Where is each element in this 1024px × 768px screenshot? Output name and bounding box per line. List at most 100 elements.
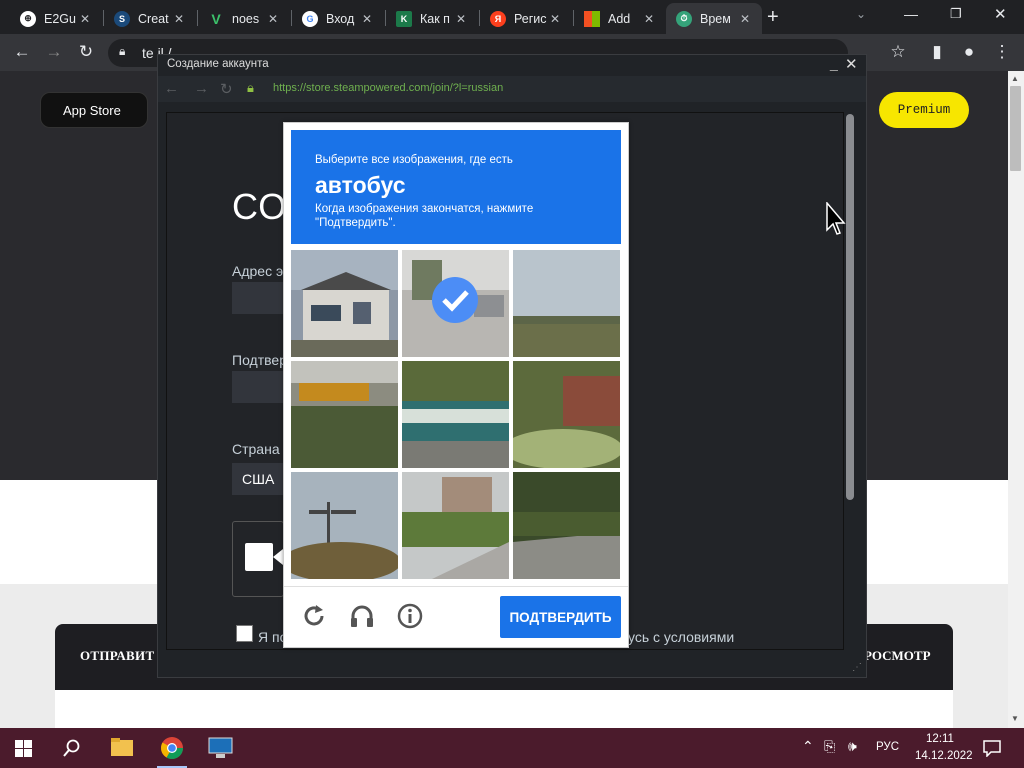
tab-kak[interactable]: K Как п ✕ — [386, 3, 478, 34]
tab-label: Врем — [700, 11, 731, 26]
tab-e2gu[interactable]: ⊕ E2Gu ✕ — [10, 3, 102, 34]
site-icon: ⏱ — [676, 10, 692, 27]
search-icon[interactable] — [63, 739, 81, 757]
star-icon[interactable]: ☆ — [888, 42, 908, 62]
country-label: Страна — [232, 441, 280, 457]
popup-reload-icon[interactable]: ↻ — [220, 80, 233, 98]
send-button[interactable]: ОТПРАВИТ — [80, 648, 154, 664]
taskbar — [0, 728, 1024, 768]
captcha-tile-tram[interactable] — [402, 361, 509, 468]
back-icon[interactable]: ← — [12, 42, 32, 62]
appstore-button[interactable]: App Store — [40, 92, 148, 128]
close-icon[interactable]: ✕ — [454, 12, 468, 26]
close-icon[interactable]: ✕ — [360, 12, 374, 26]
tab-label: Вход — [326, 11, 355, 26]
tab-label: Add — [608, 11, 631, 26]
close-icon[interactable]: ✕ — [548, 12, 562, 26]
steam-heading-left: СО — [232, 186, 288, 227]
popup-forward-icon[interactable]: → — [194, 80, 209, 97]
tab-noes[interactable]: V noes ✕ — [198, 3, 290, 34]
headphones-icon[interactable] — [348, 602, 376, 630]
agree-text-right: усь с условиями — [628, 629, 735, 645]
tab-vrem-active[interactable]: ⏱ Врем ✕ — [666, 3, 762, 34]
scroll-down-icon[interactable]: ▼ — [1011, 714, 1019, 723]
tab-microsoft[interactable]: Add ✕ — [574, 3, 666, 34]
popup-url: https://store.steampowered.com/join/?l=r… — [273, 82, 504, 94]
captcha-tile-hedge[interactable] — [513, 361, 620, 468]
recaptcha-divider — [284, 586, 628, 587]
confirm-email-field[interactable] — [232, 371, 284, 403]
popup-close-icon[interactable]: ✕ — [845, 55, 858, 73]
close-icon[interactable]: ✕ — [266, 12, 280, 26]
tab-create[interactable]: S Creat ✕ — [104, 3, 196, 34]
sidepanel-icon[interactable]: ▮ — [927, 42, 947, 62]
chrome-icon[interactable] — [160, 736, 184, 760]
resize-grip-icon[interactable]: ⋰ — [852, 662, 862, 673]
profile-icon[interactable]: ● — [959, 42, 979, 62]
network-icon[interactable]: ⎘ — [824, 738, 835, 755]
captcha-tile-lawn[interactable] — [402, 472, 509, 579]
tray-expand-icon[interactable]: ⌃ — [802, 738, 814, 755]
tab-search-icon[interactable]: ⌄ — [856, 7, 866, 21]
clock-date: 14.12.2022 — [915, 750, 973, 762]
volume-icon[interactable]: 🕪︎ — [848, 738, 857, 755]
popup-back-icon[interactable]: ← — [164, 80, 179, 97]
restore-icon[interactable]: ❐ — [950, 6, 962, 22]
menu-icon[interactable]: ⋮ — [992, 42, 1012, 62]
tab-label: Как п — [420, 11, 450, 26]
window-close-icon[interactable]: ✕ — [994, 5, 1007, 23]
captcha-tile-road[interactable] — [513, 472, 620, 579]
windows-start-icon[interactable] — [15, 740, 32, 757]
file-explorer-icon[interactable] — [111, 738, 133, 756]
email-field[interactable] — [232, 282, 284, 314]
notifications-icon[interactable] — [983, 739, 1001, 757]
captcha-tile-house[interactable] — [291, 250, 398, 357]
close-icon[interactable]: ✕ — [78, 12, 92, 26]
site-icon: K — [396, 10, 412, 27]
verify-button[interactable]: ПОДТВЕРДИТЬ — [500, 596, 621, 638]
captcha-tile-field[interactable] — [513, 250, 620, 357]
captcha-tile-streetlight[interactable] — [291, 472, 398, 579]
country-select[interactable]: США — [232, 463, 284, 495]
language-indicator[interactable]: РУС — [876, 741, 899, 753]
captcha-tile-street-selected[interactable] — [402, 250, 509, 357]
globe-icon: ⊕ — [20, 10, 36, 27]
popup-lock-icon: 🔒︎ — [247, 80, 254, 95]
forward-icon[interactable]: → — [44, 42, 64, 62]
view-button[interactable]: РОСМОТР — [864, 648, 931, 664]
popup-minimize-icon[interactable]: _ — [830, 55, 838, 71]
remote-desktop-icon[interactable] — [208, 737, 233, 759]
tab-google[interactable]: G Вход ✕ — [292, 3, 384, 34]
page-scrollbar-thumb[interactable] — [1010, 86, 1021, 171]
recaptcha-instruction: Выберите все изображения, где есть — [315, 154, 513, 166]
agree-checkbox[interactable] — [236, 625, 253, 642]
microsoft-icon — [584, 10, 600, 27]
steam-icon: S — [114, 10, 130, 27]
popup-title: Создание аккаунта — [167, 58, 269, 70]
captcha-tile-bus-street[interactable] — [291, 361, 398, 468]
new-tab-button[interactable]: + — [767, 6, 779, 29]
appstore-label: App Store — [63, 102, 121, 118]
action-card-body — [55, 690, 953, 728]
recaptcha-hint: Когда изображения закончатся, нажмите "П… — [315, 203, 534, 229]
premium-button[interactable]: Premium — [879, 92, 969, 128]
minimize-icon[interactable]: — — [904, 6, 918, 22]
clock[interactable]: 12:11 14.12.2022 — [915, 731, 973, 765]
captcha-pointer — [273, 549, 283, 565]
recaptcha-checkbox[interactable] — [245, 543, 273, 571]
email-label: Адрес э — [232, 263, 284, 279]
close-icon[interactable]: ✕ — [172, 12, 186, 26]
recaptcha-target: автобус — [315, 172, 406, 198]
tab-yandex[interactable]: Я Регис ✕ — [480, 3, 572, 34]
tab-label: E2Gu — [44, 11, 76, 26]
scroll-up-icon[interactable]: ▲ — [1011, 74, 1019, 83]
popup-scrollbar-thumb[interactable] — [846, 114, 854, 500]
tab-label: Creat — [138, 11, 169, 26]
reload-icon[interactable] — [300, 602, 328, 630]
close-icon[interactable]: ✕ — [738, 12, 752, 26]
lock-icon[interactable]: 🔒︎ — [119, 44, 125, 59]
info-icon[interactable] — [396, 602, 424, 630]
reload-icon[interactable]: ↻ — [76, 42, 96, 62]
tab-label: Регис — [514, 11, 547, 26]
close-icon[interactable]: ✕ — [642, 12, 656, 26]
